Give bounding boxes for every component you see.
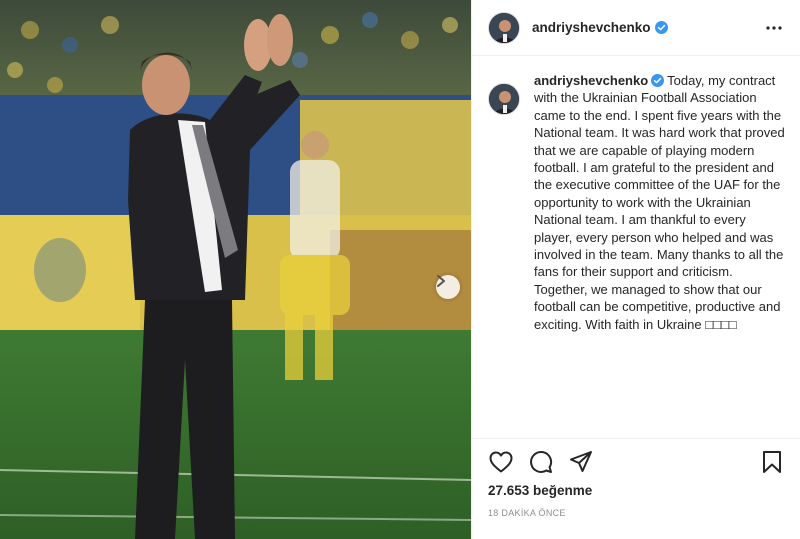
avatar-image — [489, 84, 519, 114]
like-button[interactable] — [487, 448, 515, 476]
more-options-button[interactable] — [762, 16, 786, 40]
caption-avatar[interactable] — [488, 83, 520, 115]
avatar[interactable] — [488, 11, 520, 44]
heart-icon — [489, 451, 513, 473]
post-actions: 27.653 beğenme 18 DAKİKA ÖNCE — [472, 438, 800, 539]
verified-badge-icon — [651, 74, 665, 87]
bookmark-icon — [763, 451, 781, 473]
verified-badge-icon — [654, 21, 668, 34]
post-photo[interactable] — [0, 0, 471, 539]
comment-button[interactable] — [527, 448, 555, 476]
likes-count[interactable]: 27.653 beğenme — [488, 483, 592, 498]
share-button[interactable] — [567, 448, 595, 476]
post-timestamp[interactable]: 18 DAKİKA ÖNCE — [488, 508, 566, 518]
post-header: andriyshevchenko — [472, 0, 800, 56]
post-side-panel: andriyshevchenko andriyshevchenko Today, … — [471, 0, 800, 539]
photo-illustration — [0, 0, 471, 539]
caption-text: andriyshevchenko Today, my contract with … — [534, 72, 786, 333]
caption-username[interactable]: andriyshevchenko — [534, 73, 648, 88]
save-button[interactable] — [758, 448, 786, 476]
more-horizontal-icon — [766, 25, 782, 30]
carousel-next-button[interactable] — [436, 275, 460, 299]
avatar-image — [489, 12, 519, 43]
paper-plane-icon — [570, 451, 592, 472]
comment-icon — [530, 451, 553, 473]
action-icons — [487, 448, 786, 476]
comments-area: andriyshevchenko Today, my contract with … — [488, 72, 786, 432]
caption-body: Today, my contract with the Ukrainian Fo… — [534, 73, 785, 332]
chevron-right-icon — [437, 275, 445, 287]
caption: andriyshevchenko Today, my contract with … — [488, 72, 786, 333]
username[interactable]: andriyshevchenko — [532, 20, 651, 35]
